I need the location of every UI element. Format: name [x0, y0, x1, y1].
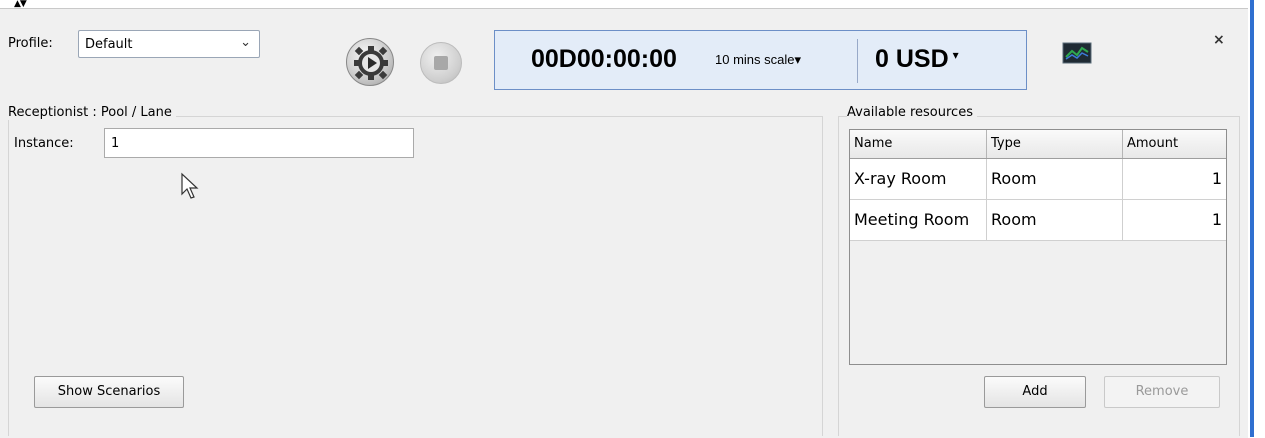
close-icon[interactable]: × [1213, 32, 1225, 48]
stop-simulation-button[interactable] [420, 42, 462, 84]
profile-select[interactable]: Default ⌄ [78, 30, 260, 58]
cost-dropdown[interactable]: 0 USD ▾ [875, 45, 959, 74]
resource-amount: 1 [1211, 210, 1222, 229]
window-edge [1250, 0, 1254, 437]
resources-table: Name Type Amount X-ray Room Room 1 Meeti… [849, 129, 1227, 365]
run-simulation-button[interactable] [346, 38, 394, 86]
instance-field[interactable]: 1 [104, 128, 414, 158]
table-row[interactable]: Meeting Room Room 1 [850, 200, 1226, 241]
cost-value: 0 USD [875, 45, 949, 73]
timer-divider [857, 39, 858, 83]
show-scenarios-button[interactable]: Show Scenarios [34, 376, 184, 408]
caret-down-icon: ▾ [794, 52, 802, 67]
time-scale-label: 10 mins scale [715, 52, 795, 67]
resources-table-header: Name Type Amount [850, 130, 1226, 159]
resource-type: Room [987, 200, 1123, 240]
table-row[interactable]: X-ray Room Room 1 [850, 159, 1226, 200]
mouse-cursor-icon [181, 172, 199, 199]
top-strip: ▲▼ [0, 0, 1265, 9]
add-resource-button[interactable]: Add [984, 376, 1086, 408]
column-header-amount[interactable]: Amount [1123, 130, 1226, 158]
profile-select-value: Default [85, 37, 133, 52]
instance-label: Instance: [14, 136, 74, 151]
chevron-down-icon: ⌄ [240, 35, 251, 50]
resource-name: X-ray Room [850, 159, 987, 199]
available-resources-title: Available resources [847, 105, 977, 120]
elapsed-time: 00D00:00:00 [531, 45, 677, 73]
resource-name: Meeting Room [850, 200, 987, 240]
resource-type: Room [987, 159, 1123, 199]
column-header-type[interactable]: Type [987, 130, 1123, 158]
profile-label: Profile: [8, 36, 53, 51]
time-scale-dropdown[interactable]: 10 mins scale▾ [715, 52, 801, 68]
receptionist-group-title: Receptionist : Pool / Lane [8, 105, 176, 120]
stop-icon [434, 56, 448, 70]
instance-value: 1 [111, 136, 120, 151]
caret-down-icon: ▾ [952, 48, 959, 62]
remove-resource-button[interactable]: Remove [1104, 376, 1220, 408]
gear-play-icon [354, 46, 388, 80]
collapse-toggle-icon[interactable]: ▲▼ [14, 0, 27, 9]
resource-amount: 1 [1211, 169, 1222, 188]
timer-display: 00D00:00:00 10 mins scale▾ 0 USD ▾ [494, 30, 1027, 90]
column-header-name[interactable]: Name [850, 130, 987, 158]
chart-icon[interactable] [1062, 42, 1092, 64]
